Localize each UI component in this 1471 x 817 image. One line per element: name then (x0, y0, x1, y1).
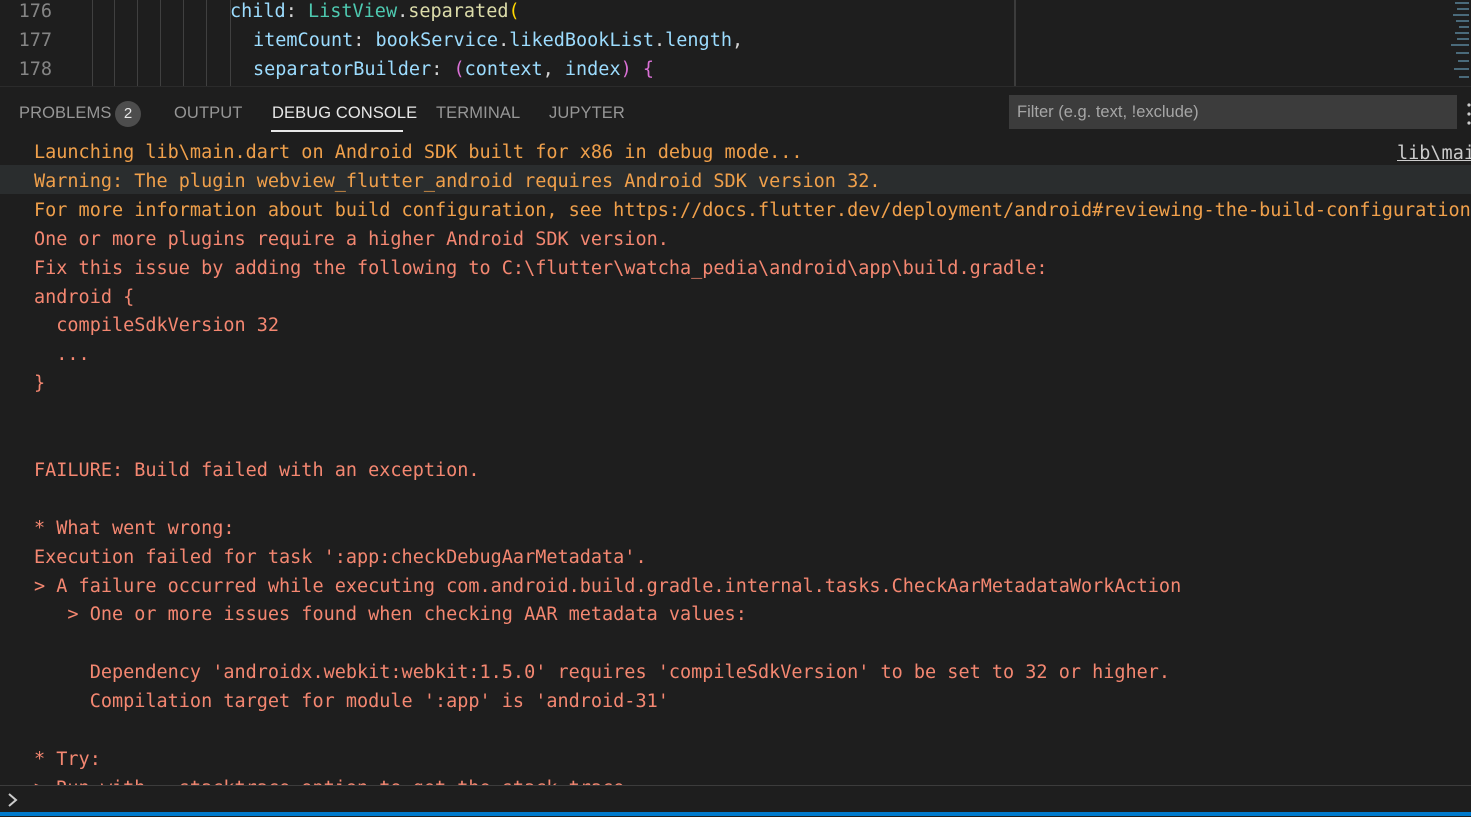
code-token: : (431, 58, 454, 80)
code-token: index (564, 58, 621, 80)
code-editor[interactable]: 176 child: ListView.separated(177 itemCoun… (0, 0, 1471, 86)
code-line: 176 child: ListView.separated( (0, 0, 1014, 26)
console-line: Execution failed for task ':app:checkDeb… (34, 546, 647, 568)
code-token: ( (508, 1, 520, 22)
console-line: compileSdkVersion 32 (34, 315, 280, 337)
code-token: . (397, 1, 409, 22)
problems-count-badge: 2 (115, 101, 141, 127)
console-line: Warning: The plugin webview_flutter_andr… (34, 170, 881, 192)
code-token: length (665, 29, 732, 51)
code-text: itemCount: bookService.likedBookList.len… (253, 27, 743, 55)
code-token: { (642, 58, 655, 80)
source-link[interactable]: lib\main (1397, 139, 1471, 168)
code-text: separatorBuilder: (context, index) { (253, 56, 654, 84)
editor-ruler (1014, 0, 1016, 86)
line-number: 178 (18, 58, 52, 80)
panel-tabs: PROBLEMS 2 OUTPUT DEBUG CONSOLE TERMINAL… (0, 87, 1471, 139)
code-token: separatorBuilder (253, 58, 432, 80)
console-line: One or more plugins require a higher And… (34, 228, 669, 250)
code-token: , (542, 58, 565, 80)
code-token: , (731, 29, 744, 51)
console-line: android { (34, 286, 135, 308)
debug-console-output[interactable]: Launching lib\main.dart on Android SDK b… (0, 139, 1471, 785)
console-line: ... (34, 344, 90, 366)
console-line: Fix this issue by adding the following t… (34, 257, 1048, 279)
line-number: 177 (18, 29, 52, 51)
console-line: > One or more issues found when checking… (34, 604, 747, 626)
code-token: . (654, 29, 666, 51)
code-token: : (353, 29, 376, 51)
tab-debug-console[interactable]: DEBUG CONSOLE (272, 104, 417, 123)
code-token: context (464, 58, 543, 80)
console-line: * What went wrong: (34, 517, 235, 539)
line-number: 176 (18, 1, 52, 22)
bottom-panel: PROBLEMS 2 OUTPUT DEBUG CONSOLE TERMINAL… (0, 86, 1471, 817)
active-tab-indicator (271, 130, 403, 132)
code-token: ( (453, 58, 465, 80)
code-text: child: ListView.separated( (230, 0, 520, 26)
code-token: separated (408, 1, 509, 22)
code-token: ) (620, 58, 632, 80)
console-line: Launching lib\main.dart on Android SDK b… (34, 142, 803, 163)
code-line: 178 separatorBuilder: (context, index) { (0, 56, 1014, 84)
tab-problems[interactable]: PROBLEMS (19, 104, 112, 123)
tab-jupyter[interactable]: JUPYTER (549, 104, 625, 123)
status-bar (0, 812, 1471, 816)
console-line: > Run with --stacktrace option to get th… (34, 774, 635, 785)
code-token: child (230, 1, 286, 22)
code-token: : (285, 1, 308, 22)
code-token: . (498, 29, 510, 51)
console-line: * Try: (34, 748, 101, 770)
console-line: } (34, 373, 46, 395)
code-line: 177 itemCount: bookService.likedBookList.… (0, 27, 1014, 55)
console-line: For more information about build configu… (34, 199, 1471, 221)
code-token: bookService (375, 29, 499, 51)
console-line: > A failure occurred while executing com… (34, 575, 1182, 597)
chevron-right-icon (8, 793, 18, 807)
tab-terminal[interactable]: TERMINAL (436, 104, 520, 123)
minimap[interactable] (1447, 0, 1471, 86)
tab-output[interactable]: OUTPUT (174, 104, 242, 123)
console-line: Compilation target for module ':app' is … (34, 691, 669, 713)
console-line: FAILURE: Build failed with an exception. (34, 459, 480, 481)
more-actions-icon[interactable] (1465, 99, 1471, 129)
code-token: itemCount (253, 29, 354, 51)
code-token: likedBookList (509, 29, 654, 51)
debug-console-input[interactable] (0, 785, 1471, 814)
code-token: ListView (307, 1, 398, 22)
console-line: Dependency 'androidx.webkit:webkit:1.5.0… (34, 662, 1171, 684)
filter-input[interactable] (1009, 95, 1457, 129)
